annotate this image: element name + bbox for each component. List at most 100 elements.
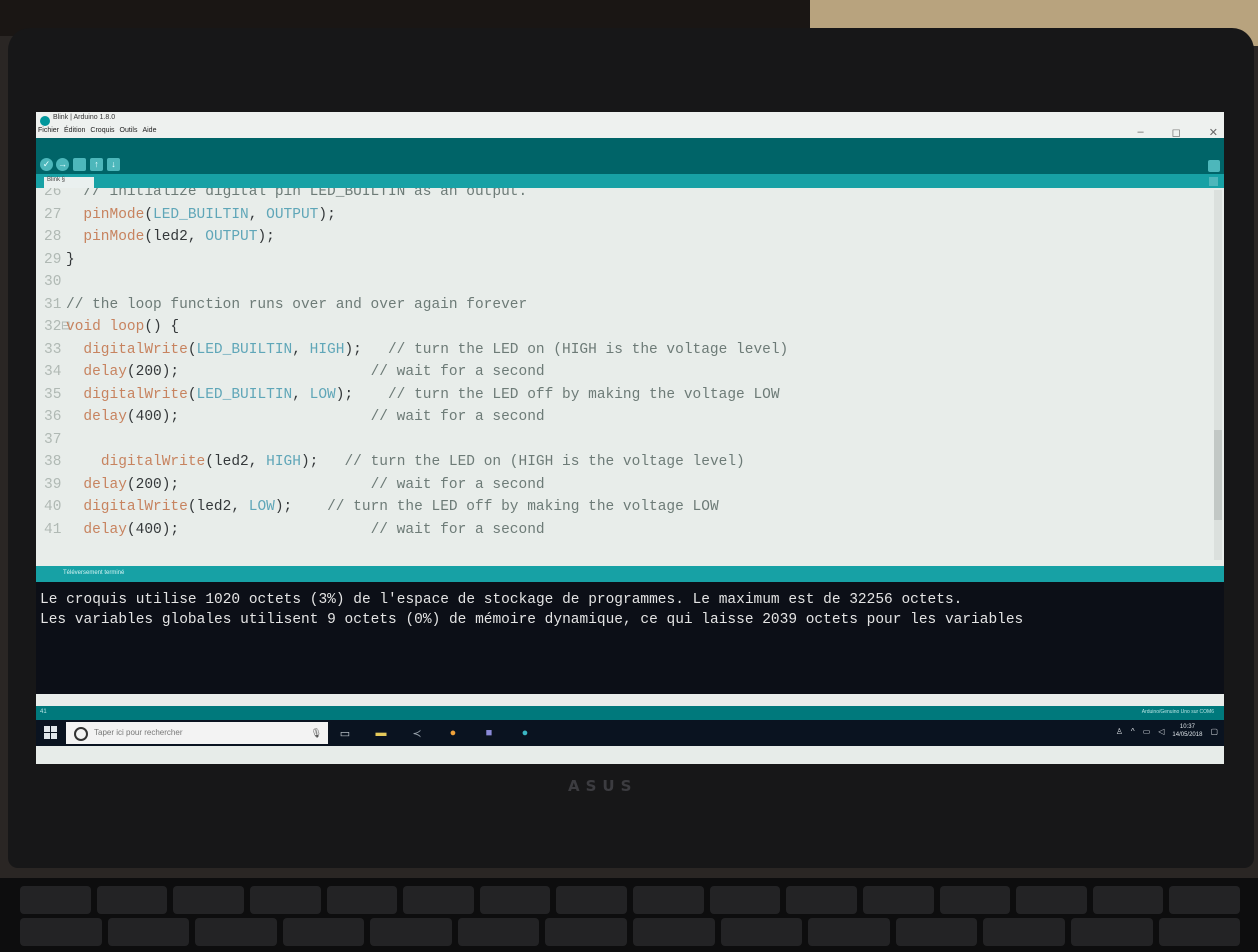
microphone-icon[interactable]: 🎙 — [311, 728, 322, 739]
editor-scrollbar[interactable] — [1214, 190, 1222, 560]
code-text: digitalWrite(LED_BUILTIN, HIGH); // turn… — [83, 341, 789, 358]
code-text: pinMode(led2, OUTPUT); — [83, 229, 275, 245]
code-line[interactable]: 41 delay(400); // wait for a second — [36, 520, 545, 540]
line-number: 36 — [44, 409, 62, 425]
windows-start-icon[interactable] — [44, 726, 57, 739]
code-text: digitalWrite(led2, HIGH); // turn the LE… — [100, 454, 745, 470]
code-line[interactable]: 27 pinMode(LED_BUILTIN, OUTPUT); — [36, 205, 336, 225]
code-line[interactable]: 36 delay(400); // wait for a second — [36, 407, 545, 427]
line-number: 39 — [44, 476, 62, 493]
code-text: // the loop function runs over and over … — [66, 296, 528, 313]
arrow-right-icon: → — [58, 159, 67, 169]
arduino-taskbar-icon[interactable]: ● — [516, 724, 534, 742]
windows-taskbar: Taper ici pour rechercher 🎙 ▭ ▬ ≺ ● ■ ● … — [36, 720, 1224, 746]
code-text: delay(200); // wait for a second — [83, 364, 545, 380]
code-line[interactable]: 34 delay(200); // wait for a second — [36, 362, 545, 382]
open-button[interactable]: ↑ — [90, 158, 103, 171]
save-button[interactable]: ↓ — [107, 158, 120, 171]
taskbar-search[interactable]: Taper ici pour rechercher 🎙 — [66, 722, 328, 744]
task-view-icon[interactable]: ▭ — [336, 724, 354, 742]
menu-outils[interactable]: Outils — [120, 127, 138, 134]
code-text: digitalWrite(LED_BUILTIN, LOW); // turn … — [83, 386, 780, 403]
volume-icon[interactable]: ◁ — [1158, 727, 1164, 736]
line-number: 26 — [44, 188, 62, 200]
app-icon[interactable]: ■ — [480, 724, 498, 742]
window-title: Blink | Arduino 1.8.0 — [53, 114, 116, 121]
code-line[interactable]: 30 — [36, 272, 66, 292]
app-icon[interactable]: ≺ — [408, 724, 426, 742]
code-line[interactable]: 32⊟ void loop() { — [36, 317, 179, 337]
console-line: Les variables globales utilisent 9 octet… — [40, 612, 1024, 628]
line-number: 32⊟ — [44, 319, 71, 335]
cortana-icon — [74, 727, 88, 741]
code-text: delay(400); // wait for a second — [83, 521, 545, 538]
line-number: 41 — [44, 521, 62, 538]
console-line: Le croquis utilise 1020 octets (3%) de l… — [40, 592, 963, 608]
code-line[interactable]: 38 digitalWrite(led2, HIGH); // turn the… — [36, 452, 745, 472]
menu-bar: Fichier Édition Croquis Outils Aide — [38, 127, 156, 134]
tab-menu-button[interactable] — [1209, 177, 1218, 186]
search-placeholder: Taper ici pour rechercher — [94, 728, 183, 737]
clock-date: 14/05/2018 — [1172, 732, 1203, 738]
console-scrollbar[interactable] — [36, 694, 1224, 706]
code-line[interactable]: 33 digitalWrite(LED_BUILTIN, HIGH); // t… — [36, 340, 788, 360]
taskbar-apps: ▭ ▬ ≺ ● ■ ● — [336, 724, 534, 742]
code-line[interactable]: 39 delay(200); // wait for a second — [36, 475, 545, 495]
verify-button[interactable]: ✓ — [40, 158, 53, 171]
editor-scrollbar-thumb[interactable] — [1214, 430, 1222, 520]
tab-blink[interactable]: Blink § — [44, 177, 94, 188]
system-tray: ♙ ^ ▭ ◁ 10:37 14/05/2018 ▢ — [1116, 723, 1218, 739]
check-icon: ✓ — [42, 159, 51, 169]
line-number: 35 — [44, 386, 62, 403]
menu-edition[interactable]: Édition — [64, 127, 85, 134]
code-line[interactable]: 26 // initialize digital pin LED_BUILTIN… — [36, 188, 527, 202]
menu-fichier[interactable]: Fichier — [38, 127, 59, 134]
line-number: 30 — [44, 274, 62, 290]
file-explorer-icon[interactable]: ▬ — [372, 724, 390, 742]
line-number: 27 — [44, 206, 62, 223]
serial-monitor-button[interactable] — [1208, 160, 1220, 172]
battery-icon[interactable]: ▭ — [1143, 727, 1151, 736]
line-number: 29 — [44, 251, 62, 268]
code-line[interactable]: 37 — [36, 430, 66, 450]
people-icon[interactable]: ♙ — [1116, 727, 1123, 736]
clock-time: 10:37 — [1179, 724, 1195, 730]
status-bar: Téléversement terminé — [36, 566, 1224, 582]
code-line[interactable]: 28 pinMode(led2, OUTPUT); — [36, 227, 275, 247]
cursor-line-number: 41 — [40, 709, 47, 715]
chrome-icon[interactable]: ● — [444, 724, 462, 742]
upload-button[interactable]: → — [56, 158, 69, 171]
line-number: 33 — [44, 341, 62, 358]
arrow-down-icon: ↓ — [111, 159, 116, 169]
laptop-screen: Blink | Arduino 1.8.0 Fichier Édition Cr… — [36, 112, 1224, 764]
line-number: 37 — [44, 431, 62, 448]
laptop-keyboard — [0, 878, 1258, 952]
arrow-up-icon: ↑ — [94, 159, 99, 169]
new-sketch-button[interactable] — [73, 158, 86, 171]
code-text: } — [66, 251, 75, 268]
taskbar-clock[interactable]: 10:37 14/05/2018 — [1172, 723, 1202, 739]
code-text: void loop() { — [66, 319, 180, 335]
code-text: delay(400); // wait for a second — [83, 409, 545, 425]
code-line[interactable]: 31// the loop function runs over and ove… — [36, 295, 527, 315]
code-text: // initialize digital pin LED_BUILTIN as… — [83, 188, 528, 200]
line-number: 28 — [44, 229, 62, 245]
line-number: 40 — [44, 499, 62, 515]
window-titlebar: Blink | Arduino 1.8.0 Fichier Édition Cr… — [36, 112, 1224, 139]
tray-chevron-icon[interactable]: ^ — [1131, 727, 1135, 736]
menu-croquis[interactable]: Croquis — [90, 127, 114, 134]
code-editor[interactable]: 26 // initialize digital pin LED_BUILTIN… — [36, 188, 1224, 566]
notifications-icon[interactable]: ▢ — [1210, 727, 1218, 736]
output-console: Le croquis utilise 1020 octets (3%) de l… — [36, 582, 1224, 694]
status-message: Téléversement terminé — [63, 570, 125, 576]
ide-toolbar: ✓ → ↑ ↓ — [36, 138, 1224, 174]
line-number: 38 — [44, 454, 62, 470]
code-line[interactable]: 29} — [36, 250, 75, 270]
code-line[interactable]: 35 digitalWrite(LED_BUILTIN, LOW); // tu… — [36, 385, 780, 405]
line-number: 34 — [44, 364, 62, 380]
tab-bar: Blink § — [36, 174, 1224, 188]
code-line[interactable]: 40 digitalWrite(led2, LOW); // turn the … — [36, 497, 719, 517]
laptop-brand-logo: ASUS — [568, 777, 638, 795]
menu-aide[interactable]: Aide — [142, 127, 156, 134]
code-text: pinMode(LED_BUILTIN, OUTPUT); — [83, 206, 336, 223]
